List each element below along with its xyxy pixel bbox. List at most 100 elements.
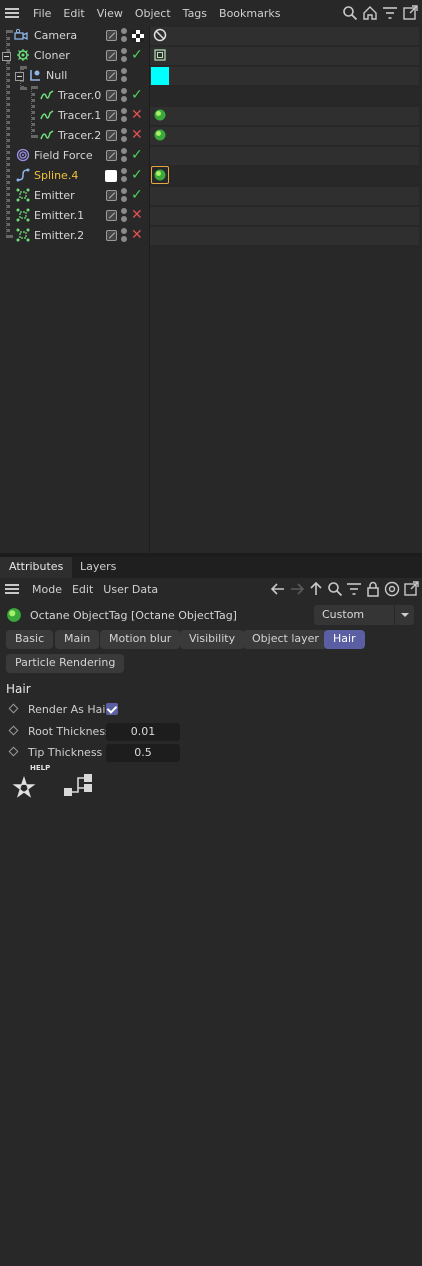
disabled-cross-icon[interactable]: ✕	[131, 208, 145, 222]
menu-tags[interactable]: Tags	[183, 7, 207, 20]
object-row-tracer-2[interactable]: Tracer.2 ✕	[0, 126, 422, 146]
visibility-dots[interactable]	[121, 108, 127, 124]
cloner-tag-icon[interactable]	[153, 48, 167, 62]
object-name[interactable]: Emitter	[34, 189, 75, 202]
disabled-cross-icon[interactable]: ✕	[131, 108, 145, 122]
node-editor-icon[interactable]	[62, 770, 96, 804]
object-name[interactable]: Tracer.2	[58, 129, 101, 142]
object-row-spline-4[interactable]: Spline.4 ✓	[0, 166, 422, 186]
visibility-dots[interactable]	[121, 188, 127, 204]
render-as-hair-checkbox[interactable]	[106, 703, 118, 715]
octane-object-tag-icon[interactable]	[153, 128, 167, 142]
menu-file[interactable]: File	[33, 7, 51, 20]
animation-key-icon[interactable]	[8, 746, 19, 757]
object-row-emitter-1[interactable]: Emitter.1 ✕	[0, 206, 422, 226]
forward-arrow-icon[interactable]	[289, 581, 305, 597]
group-particle-rendering-button[interactable]: Particle Rendering	[6, 654, 125, 673]
edit-lock-icon[interactable]	[106, 110, 117, 121]
enabled-check-icon[interactable]: ✓	[131, 168, 145, 182]
enabled-check-icon[interactable]: ✓	[131, 188, 145, 202]
enabled-check-icon[interactable]: ✓	[131, 48, 145, 62]
disabled-cross-icon[interactable]: ✕	[131, 228, 145, 242]
edit-lock-icon[interactable]	[106, 30, 117, 41]
disabled-cross-icon[interactable]: ✕	[131, 128, 145, 142]
edit-lock-icon[interactable]	[106, 70, 117, 81]
group-object-layer-button[interactable]: Object layer	[243, 630, 328, 649]
collapse-icon[interactable]	[15, 72, 24, 81]
filter-icon[interactable]	[346, 581, 362, 597]
group-hair-button[interactable]: Hair	[324, 630, 365, 649]
search-icon[interactable]	[342, 5, 358, 21]
menu-user-data[interactable]: User Data	[103, 583, 158, 596]
display-tag-icon[interactable]	[151, 67, 169, 85]
visibility-dots[interactable]	[121, 48, 127, 64]
layer-color-swatch[interactable]	[105, 170, 117, 182]
checker-icon[interactable]	[131, 29, 145, 43]
object-name[interactable]: Camera	[34, 29, 77, 42]
enabled-check-icon[interactable]: ✓	[131, 148, 145, 162]
object-name[interactable]: Spline.4	[34, 169, 78, 182]
target-icon[interactable]	[384, 581, 400, 597]
edit-lock-icon[interactable]	[106, 150, 117, 161]
root-thickness-field[interactable]: 0.01	[106, 723, 180, 741]
object-name[interactable]: Emitter.2	[34, 229, 84, 242]
object-row-tracer-0[interactable]: Tracer.0 ✓	[0, 86, 422, 106]
animation-key-icon[interactable]	[8, 703, 19, 714]
group-motion-blur-button[interactable]: Motion blur	[100, 630, 181, 649]
visibility-dots[interactable]	[121, 228, 127, 244]
edit-lock-icon[interactable]	[106, 130, 117, 141]
group-visibility-button[interactable]: Visibility	[180, 630, 245, 649]
object-row-emitter-2[interactable]: Emitter.2 ✕	[0, 226, 422, 246]
tab-layers[interactable]: Layers	[71, 557, 125, 578]
object-name[interactable]: Field Force	[34, 149, 93, 162]
filter-icon[interactable]	[382, 5, 398, 21]
visibility-dots[interactable]	[121, 128, 127, 144]
visibility-dots[interactable]	[121, 68, 127, 84]
search-icon[interactable]	[327, 581, 343, 597]
visibility-dots[interactable]	[121, 28, 127, 44]
object-row-cloner[interactable]: Cloner ✓	[0, 46, 422, 66]
menu-object[interactable]: Object	[135, 7, 171, 20]
menu-mode[interactable]: Mode	[32, 583, 62, 596]
enabled-check-icon[interactable]: ✓	[131, 88, 145, 102]
object-name[interactable]: Tracer.0	[58, 89, 101, 102]
edit-lock-icon[interactable]	[106, 50, 117, 61]
object-name[interactable]: Tracer.1	[58, 109, 101, 122]
menu-bookmarks[interactable]: Bookmarks	[219, 7, 280, 20]
object-row-field-force[interactable]: Field Force ✓	[0, 146, 422, 166]
object-row-null[interactable]: Null	[0, 66, 422, 86]
object-name[interactable]: Emitter.1	[34, 209, 84, 222]
edit-lock-icon[interactable]	[106, 190, 117, 201]
octane-help-icon[interactable]	[8, 770, 52, 804]
preset-dropdown[interactable]: Custom	[314, 605, 414, 625]
back-arrow-icon[interactable]	[270, 581, 286, 597]
group-basic-button[interactable]: Basic	[6, 630, 54, 649]
selected-tag-frame[interactable]	[151, 166, 169, 184]
menu-edit[interactable]: Edit	[72, 583, 93, 596]
object-name[interactable]: Null	[46, 69, 67, 82]
edit-lock-icon[interactable]	[106, 90, 117, 101]
menu-icon[interactable]	[5, 8, 19, 18]
visibility-dots[interactable]	[121, 168, 127, 184]
edit-lock-icon[interactable]	[106, 210, 117, 221]
up-arrow-icon[interactable]	[308, 581, 324, 597]
collapse-icon[interactable]	[2, 52, 11, 61]
menu-icon[interactable]	[5, 584, 19, 594]
octane-object-tag-icon[interactable]	[153, 108, 167, 122]
object-row-tracer-1[interactable]: Tracer.1 ✕	[0, 106, 422, 126]
edit-lock-icon[interactable]	[106, 230, 117, 241]
object-row-emitter[interactable]: Emitter ✓	[0, 186, 422, 206]
new-window-icon[interactable]	[403, 581, 419, 597]
visibility-dots[interactable]	[121, 148, 127, 164]
tab-attributes[interactable]: Attributes	[0, 557, 73, 578]
menu-view[interactable]: View	[97, 7, 123, 20]
protection-tag-icon[interactable]	[153, 28, 167, 42]
object-name[interactable]: Cloner	[34, 49, 70, 62]
menu-edit[interactable]: Edit	[63, 7, 84, 20]
group-main-button[interactable]: Main	[55, 630, 100, 649]
new-window-icon[interactable]	[402, 5, 418, 21]
animation-key-icon[interactable]	[8, 725, 19, 736]
chevron-down-icon[interactable]	[394, 605, 414, 625]
object-row-camera[interactable]: Camera	[0, 26, 422, 46]
lock-icon[interactable]	[365, 581, 381, 597]
